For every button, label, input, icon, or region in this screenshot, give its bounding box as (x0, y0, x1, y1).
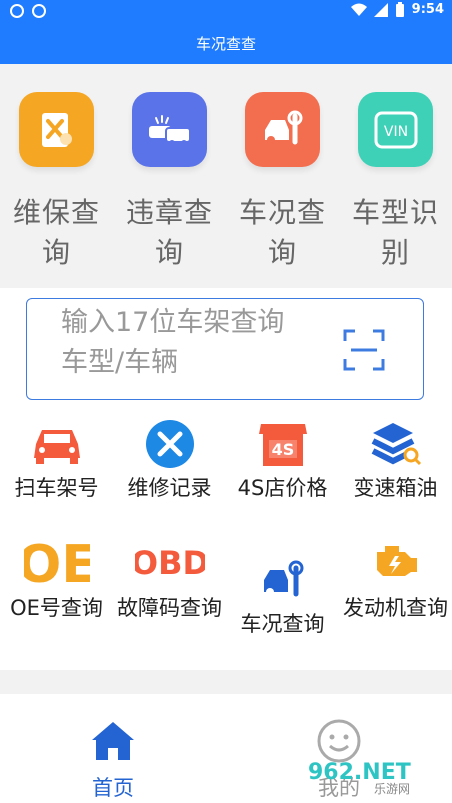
grid-item-4s-price[interactable]: 4S 4S店价格 (226, 416, 339, 504)
watermark-logo: 962.NET 乐游网 (304, 755, 444, 796)
grid-item-engine-query[interactable]: 发动机查询 (339, 528, 452, 624)
engine-icon (339, 528, 452, 592)
car-icon (0, 416, 113, 472)
vin-search-section: 输入17位车架查询车型/车辆 (0, 288, 452, 402)
top-features: 维保查询 违章查询 车况查询 VIN 车型识别 (0, 64, 452, 288)
feature-maintenance-query[interactable]: 维保查询 (0, 92, 113, 273)
signal-icon (373, 2, 388, 17)
grid-item-label: 变速箱油 (353, 476, 438, 500)
wifi-icon (350, 3, 367, 16)
store-4s-icon: 4S (226, 416, 339, 472)
watermark-sub: 乐游网 (374, 782, 410, 795)
obd-icon: OBD (113, 528, 226, 592)
section-divider (0, 670, 452, 694)
feature-model-recognition[interactable]: VIN 车型识别 (339, 92, 452, 273)
status-bar: 9:54 (0, 0, 452, 24)
home-icon (92, 722, 134, 760)
grid-item-label: 发动机查询 (343, 596, 448, 620)
grid-item-label: 4S店价格 (237, 476, 328, 500)
bottom-nav: 首页 我的 962.NET 乐游网 (0, 694, 452, 803)
tools-icon (113, 416, 226, 472)
grid-item-repair-records[interactable]: 维修记录 (113, 416, 226, 504)
grid-item-label: 故障码查询 (117, 596, 222, 620)
grid-item-oe-query[interactable]: OE OE号查询 (0, 528, 113, 624)
vin-search-placeholder: 输入17位车架查询车型/车辆 (61, 307, 285, 378)
car-wrench-icon (245, 92, 320, 167)
car-wrench-blue-icon (226, 552, 339, 608)
grid-item-label: OE号查询 (10, 596, 103, 620)
oe-icon: OE (0, 528, 113, 592)
tool-grid: 扫车架号 维修记录 4S 4S店价格 变速箱油 OE OE号查询 OBD 故障码… (0, 402, 452, 670)
cars-crash-icon (132, 92, 207, 167)
grid-item-label: 扫车架号 (14, 476, 99, 500)
grid-item-car-condition[interactable]: 车况查询 (226, 552, 339, 640)
battery-icon (395, 2, 404, 17)
feature-label: 车况查询 (238, 196, 326, 269)
vin-search-input[interactable]: 输入17位车架查询车型/车辆 (26, 298, 424, 400)
svg-text:VIN: VIN (383, 124, 407, 140)
feature-label: 违章查询 (125, 196, 213, 269)
grid-item-transmission-oil[interactable]: 变速箱油 (339, 416, 452, 504)
status-time: 9:54 (411, 2, 444, 17)
nav-home[interactable]: 首页 (0, 718, 226, 802)
oe-badge: OE (24, 535, 90, 588)
grid-item-fault-code[interactable]: OBD 故障码查询 (113, 528, 226, 624)
app-notification-icon-2 (32, 4, 46, 18)
page-title: 车况查查 (0, 24, 452, 64)
vin-icon: VIN (358, 92, 433, 167)
feature-violation-query[interactable]: 违章查询 (113, 92, 226, 273)
nav-home-label: 首页 (92, 776, 134, 800)
repair-doc-icon (19, 92, 94, 167)
grid-item-label: 维修记录 (127, 476, 212, 500)
grid-item-label: 车况查询 (240, 612, 325, 636)
feature-label: 维保查询 (12, 196, 100, 269)
store-badge: 4S (271, 440, 294, 459)
grid-item-scan-vin[interactable]: 扫车架号 (0, 416, 113, 504)
feature-label: 车型识别 (351, 196, 439, 269)
obd-badge: OBD (135, 544, 205, 580)
app-notification-icon (10, 4, 24, 18)
layers-search-icon (339, 416, 452, 472)
feature-car-condition-query[interactable]: 车况查询 (226, 92, 339, 273)
scan-icon[interactable] (343, 329, 385, 371)
